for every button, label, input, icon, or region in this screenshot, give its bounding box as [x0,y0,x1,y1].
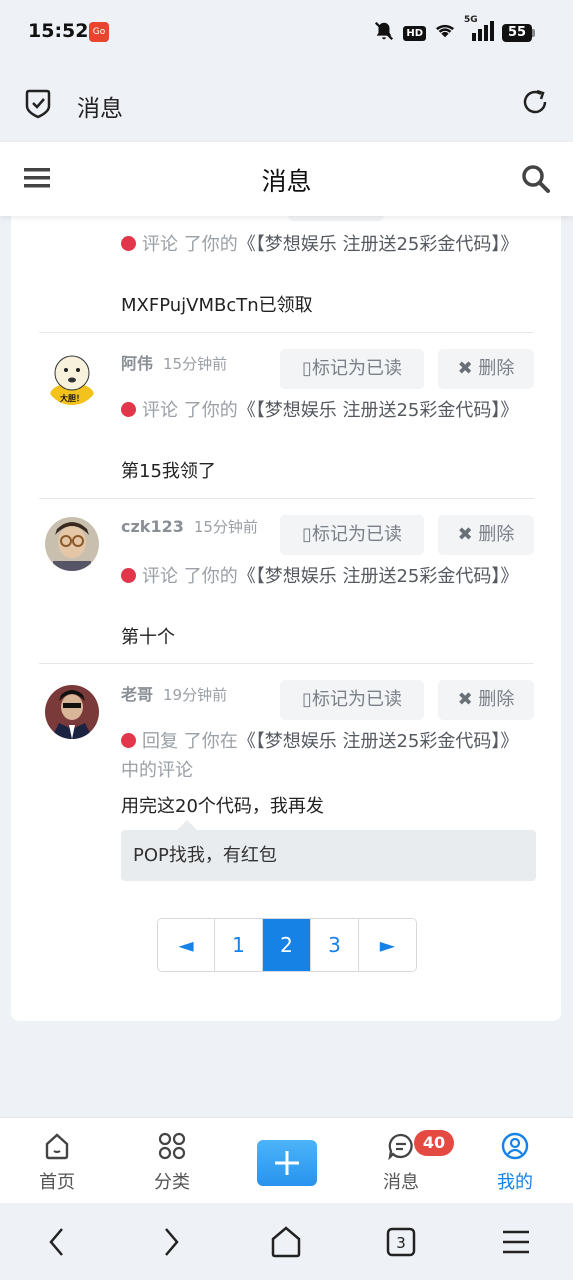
post-link[interactable]: 《【梦想娱乐 注册送25彩金代码】》 [238,566,519,587]
quoted-comment: POP找我，有红包 [121,820,536,881]
next-page-button[interactable]: ► [359,919,416,971]
checkbox-glyph: ▯ [302,524,312,545]
message-content: 用完这20个代码，我再发 [121,796,324,817]
shield-check-icon[interactable] [24,89,52,123]
unread-dot [121,733,136,748]
delete-button[interactable]: ✖ 删除 [438,680,534,720]
refresh-icon[interactable] [521,88,549,120]
close-icon: ✖ [457,689,473,710]
avatar[interactable] [45,685,99,739]
unread-count-badge: 40 [414,1130,454,1156]
message-summary: 回复 了你在《【梦想娱乐 注册送25彩金代码】》中的评论 [121,731,519,781]
browser-bar: 消息 [0,64,573,142]
message-summary: 评论 了你的《【梦想娱乐 注册送25彩金代码】》 [121,230,531,259]
status-time: 15:52 [28,20,89,42]
timestamp: 19分钟前 [163,686,228,704]
browser-menu-icon[interactable] [501,1225,531,1263]
checkbox-glyph: ▯ [302,358,312,379]
hd-icon: HD [403,25,426,41]
mark-read-button[interactable]: ▯标记为已读 [280,349,424,389]
delete-button[interactable]: ✖ 删除 [438,515,534,555]
message-summary: 评论 了你的《【梦想娱乐 注册送25彩金代码】》 [121,396,531,425]
delete-button[interactable]: ✖ 删除 [438,349,534,389]
app-header: 消息 [0,142,573,216]
mark-read-button[interactable]: ▯标记为已读 [280,680,424,720]
pagination: ◄ 1 2 3 ► [157,918,417,972]
timestamp: 15分钟前 [193,518,258,536]
divider [39,498,534,499]
unread-dot [121,402,136,417]
unread-dot [121,236,136,251]
nav-messages-label: 消息 [383,1172,419,1193]
message-card: 评论 了你的《【梦想娱乐 注册送25彩金代码】》 MXFPujVMBcTn已领取… [11,205,561,1021]
message-content: 第十个 [121,627,175,648]
page-3-button[interactable]: 3 [311,919,359,971]
username[interactable]: 阿伟 15分钟前 [121,350,227,374]
nav-category-label: 分类 [154,1172,190,1193]
nav-me[interactable]: 我的 [475,1118,555,1204]
user-profile-icon [501,1132,529,1164]
post-link[interactable]: 《【梦想娱乐 注册送25彩金代码】》 [238,731,519,752]
plus-icon [275,1151,299,1175]
battery-icon: 55 [502,24,535,42]
nav-home-label: 首页 [39,1172,75,1193]
grid-icon [158,1132,186,1164]
app-notification-icon: Go [89,22,109,42]
avatar-caption: 大胆！ [60,394,84,403]
timestamp: 15分钟前 [163,355,228,373]
status-icons: HD 5G 55 [373,15,535,46]
back-arrow-icon[interactable] [44,1225,70,1263]
avatar[interactable] [45,517,99,571]
nav-me-label: 我的 [497,1172,533,1193]
close-icon: ✖ [457,358,473,379]
page-2-button[interactable]: 2 [263,919,311,971]
nav-home[interactable]: 首页 [17,1118,97,1204]
signal-icon: 5G [464,15,494,45]
system-nav-bar: 3 [0,1203,573,1280]
browser-page-title: 消息 [77,96,123,122]
bottom-nav: 首页 分类 消息 40 我的 [0,1117,573,1203]
wifi-icon [434,22,456,44]
search-icon[interactable] [521,164,551,198]
chat-bubble-icon [387,1132,415,1164]
message-content: 第15我领了 [121,461,216,482]
checkbox-glyph: ▯ [302,689,312,710]
message-summary: 评论 了你的《【梦想娱乐 注册送25彩金代码】》 [121,562,531,591]
username[interactable]: 老哥 19分钟前 [121,681,227,705]
unread-dot [121,568,136,583]
post-link[interactable]: 《【梦想娱乐 注册送25彩金代码】》 [238,234,519,255]
close-icon: ✖ [457,524,473,545]
nav-category[interactable]: 分类 [132,1118,212,1204]
tabs-icon[interactable]: 3 [385,1225,417,1263]
status-bar: 15:52 Go HD 5G 55 [0,0,573,64]
divider [39,663,534,664]
page-title: 消息 [261,167,312,196]
add-post-button[interactable] [257,1140,317,1186]
forward-arrow-icon[interactable] [158,1225,184,1263]
message-content: MXFPujVMBcTn已领取 [121,295,313,316]
username[interactable]: czk123 15分钟前 [121,516,258,537]
mute-bell-icon [373,20,395,46]
home-button-icon[interactable] [270,1225,302,1263]
prev-page-button[interactable]: ◄ [158,919,215,971]
svg-text:3: 3 [396,1234,406,1252]
mark-read-button[interactable]: ▯标记为已读 [280,515,424,555]
page-1-button[interactable]: 1 [215,919,263,971]
home-icon [43,1132,71,1164]
post-link[interactable]: 《【梦想娱乐 注册送25彩金代码】》 [238,400,519,421]
divider [39,332,534,333]
avatar[interactable]: 大胆！ [45,351,99,405]
